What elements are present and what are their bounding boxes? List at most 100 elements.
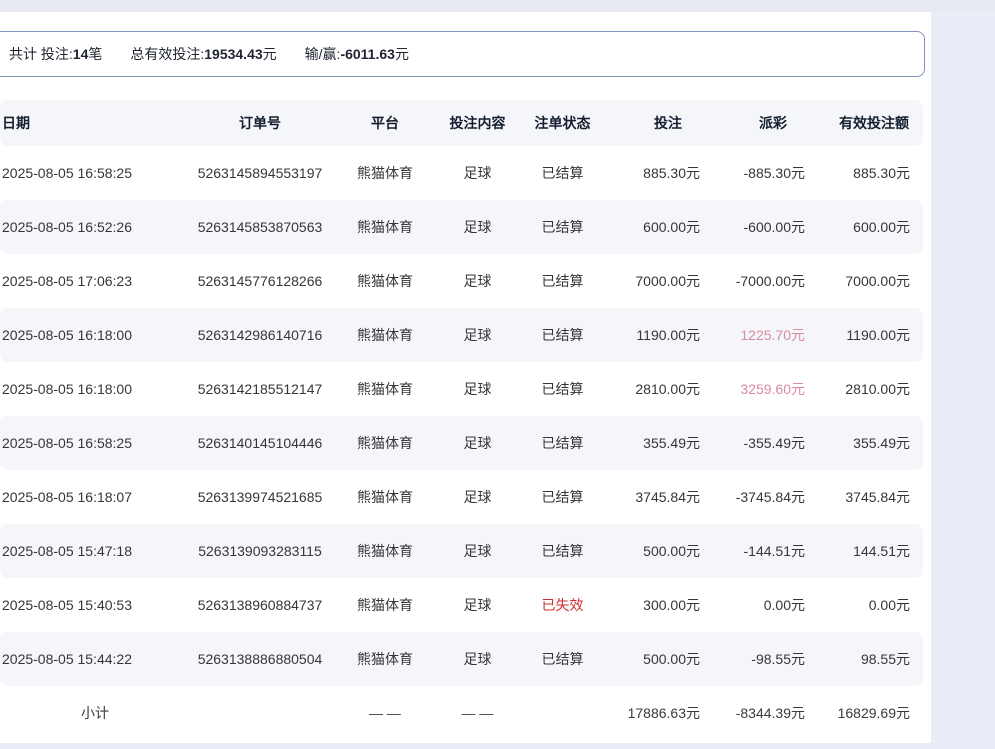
cell-bet: 7000.00元 bbox=[610, 254, 700, 308]
cell-date: 2025-08-05 16:58:25 bbox=[0, 146, 190, 200]
cell-bet: 2810.00元 bbox=[610, 362, 700, 416]
cell-order: 5263139093283115 bbox=[190, 524, 330, 578]
cell-status: 已结算 bbox=[515, 254, 610, 308]
subtotal-platform-dash: — — bbox=[330, 686, 440, 740]
summary-valid-unit: 元 bbox=[263, 44, 277, 64]
cell-content: 足球 bbox=[440, 632, 515, 686]
cell-date: 2025-08-05 16:18:00 bbox=[0, 308, 190, 362]
cell-content: 足球 bbox=[440, 578, 515, 632]
cell-content: 足球 bbox=[440, 308, 515, 362]
cell-order: 5263138886880504 bbox=[190, 632, 330, 686]
column-header-platform: 平台 bbox=[330, 100, 440, 146]
cell-bet: 300.00元 bbox=[610, 578, 700, 632]
cell-platform: 熊猫体育 bbox=[330, 254, 440, 308]
cell-date: 2025-08-05 16:58:25 bbox=[0, 416, 190, 470]
cell-content: 足球 bbox=[440, 416, 515, 470]
table-header: 日期 订单号 平台 投注内容 注单状态 投注 派彩 有效投注额 bbox=[0, 100, 923, 146]
table-row: 2025-08-05 16:58:25 5263140145104446 熊猫体… bbox=[0, 416, 923, 470]
cell-date: 2025-08-05 17:06:23 bbox=[0, 254, 190, 308]
cell-status: 已结算 bbox=[515, 416, 610, 470]
cell-status: 已结算 bbox=[515, 146, 610, 200]
cell-bet: 1190.00元 bbox=[610, 308, 700, 362]
cell-platform: 熊猫体育 bbox=[330, 632, 440, 686]
summary-valid-label: 总有效投注: bbox=[130, 44, 204, 64]
bet-records-section: 日期 订单号 平台 投注内容 注单状态 投注 派彩 有效投注额 2025-08-… bbox=[0, 100, 923, 740]
cell-date: 2025-08-05 16:18:00 bbox=[0, 362, 190, 416]
cell-date: 2025-08-05 15:40:53 bbox=[0, 578, 190, 632]
cell-status: 已结算 bbox=[515, 632, 610, 686]
summary-bet-count-unit: 笔 bbox=[88, 44, 102, 64]
right-side-panel bbox=[931, 12, 995, 749]
table-row: 2025-08-05 15:40:53 5263138960884737 熊猫体… bbox=[0, 578, 923, 632]
cell-platform: 熊猫体育 bbox=[330, 308, 440, 362]
column-header-valid: 有效投注额 bbox=[805, 100, 923, 146]
subtotal-label: 小计 bbox=[0, 686, 190, 740]
cell-valid: 0.00元 bbox=[805, 578, 923, 632]
cell-payout: 1225.70元 bbox=[700, 308, 805, 362]
cell-platform: 熊猫体育 bbox=[330, 416, 440, 470]
table-row: 2025-08-05 16:52:26 5263145853870563 熊猫体… bbox=[0, 200, 923, 254]
cell-bet: 3745.84元 bbox=[610, 470, 700, 524]
subtotal-payout-value: -8344.39元 bbox=[700, 686, 805, 740]
cell-bet: 600.00元 bbox=[610, 200, 700, 254]
cell-valid: 885.30元 bbox=[805, 146, 923, 200]
summary-bet-count: 14 bbox=[73, 46, 89, 62]
cell-date: 2025-08-05 16:18:07 bbox=[0, 470, 190, 524]
cell-valid: 7000.00元 bbox=[805, 254, 923, 308]
cell-bet: 885.30元 bbox=[610, 146, 700, 200]
cell-content: 足球 bbox=[440, 200, 515, 254]
cell-platform: 熊猫体育 bbox=[330, 146, 440, 200]
column-header-payout: 派彩 bbox=[700, 100, 805, 146]
cell-platform: 熊猫体育 bbox=[330, 578, 440, 632]
table-row: 2025-08-05 15:47:18 5263139093283115 熊猫体… bbox=[0, 524, 923, 578]
table-row: 2025-08-05 16:18:07 5263139974521685 熊猫体… bbox=[0, 470, 923, 524]
cell-content: 足球 bbox=[440, 362, 515, 416]
cell-payout: 0.00元 bbox=[700, 578, 805, 632]
cell-content: 足球 bbox=[440, 524, 515, 578]
cell-payout: -355.49元 bbox=[700, 416, 805, 470]
cell-platform: 熊猫体育 bbox=[330, 362, 440, 416]
cell-status: 已结算 bbox=[515, 200, 610, 254]
table-footer: 小计 — — — — 17886.63元 -8344.39元 16829.69元 bbox=[0, 686, 923, 740]
cell-bet: 500.00元 bbox=[610, 632, 700, 686]
column-header-date: 日期 bbox=[0, 100, 190, 146]
bet-records-table: 日期 订单号 平台 投注内容 注单状态 投注 派彩 有效投注额 2025-08-… bbox=[0, 100, 923, 740]
header-row: 日期 订单号 平台 投注内容 注单状态 投注 派彩 有效投注额 bbox=[0, 100, 923, 146]
cell-status: 已失效 bbox=[515, 578, 610, 632]
subtotal-order-cell bbox=[190, 686, 330, 740]
cell-date: 2025-08-05 15:44:22 bbox=[0, 632, 190, 686]
cell-bet: 500.00元 bbox=[610, 524, 700, 578]
cell-payout: -3745.84元 bbox=[700, 470, 805, 524]
cell-order: 5263145894553197 bbox=[190, 146, 330, 200]
top-band bbox=[0, 0, 995, 12]
cell-platform: 熊猫体育 bbox=[330, 470, 440, 524]
subtotal-status-cell bbox=[515, 686, 610, 740]
cell-payout: -7000.00元 bbox=[700, 254, 805, 308]
column-header-bet: 投注 bbox=[610, 100, 700, 146]
table-row: 2025-08-05 17:06:23 5263145776128266 熊猫体… bbox=[0, 254, 923, 308]
cell-platform: 熊猫体育 bbox=[330, 200, 440, 254]
table-row: 2025-08-05 16:18:00 5263142185512147 熊猫体… bbox=[0, 362, 923, 416]
subtotal-row: 小计 — — — — 17886.63元 -8344.39元 16829.69元 bbox=[0, 686, 923, 740]
cell-content: 足球 bbox=[440, 254, 515, 308]
cell-date: 2025-08-05 16:52:26 bbox=[0, 200, 190, 254]
cell-content: 足球 bbox=[440, 146, 515, 200]
summary-bar: 共计 投注:14笔 总有效投注:19534.43元 输/赢:-6011.63元 bbox=[0, 31, 925, 77]
cell-valid: 1190.00元 bbox=[805, 308, 923, 362]
cell-status: 已结算 bbox=[515, 362, 610, 416]
summary-valid-value: 19534.43 bbox=[204, 46, 262, 62]
table-body: 2025-08-05 16:58:25 5263145894553197 熊猫体… bbox=[0, 146, 923, 686]
cell-valid: 98.55元 bbox=[805, 632, 923, 686]
cell-order: 5263142986140716 bbox=[190, 308, 330, 362]
column-header-order: 订单号 bbox=[190, 100, 330, 146]
cell-date: 2025-08-05 15:47:18 bbox=[0, 524, 190, 578]
cell-payout: -885.30元 bbox=[700, 146, 805, 200]
subtotal-bet-value: 17886.63元 bbox=[610, 686, 700, 740]
cell-valid: 2810.00元 bbox=[805, 362, 923, 416]
cell-valid: 3745.84元 bbox=[805, 470, 923, 524]
cell-status: 已结算 bbox=[515, 524, 610, 578]
column-header-content: 投注内容 bbox=[440, 100, 515, 146]
cell-bet: 355.49元 bbox=[610, 416, 700, 470]
cell-payout: 3259.60元 bbox=[700, 362, 805, 416]
cell-valid: 355.49元 bbox=[805, 416, 923, 470]
